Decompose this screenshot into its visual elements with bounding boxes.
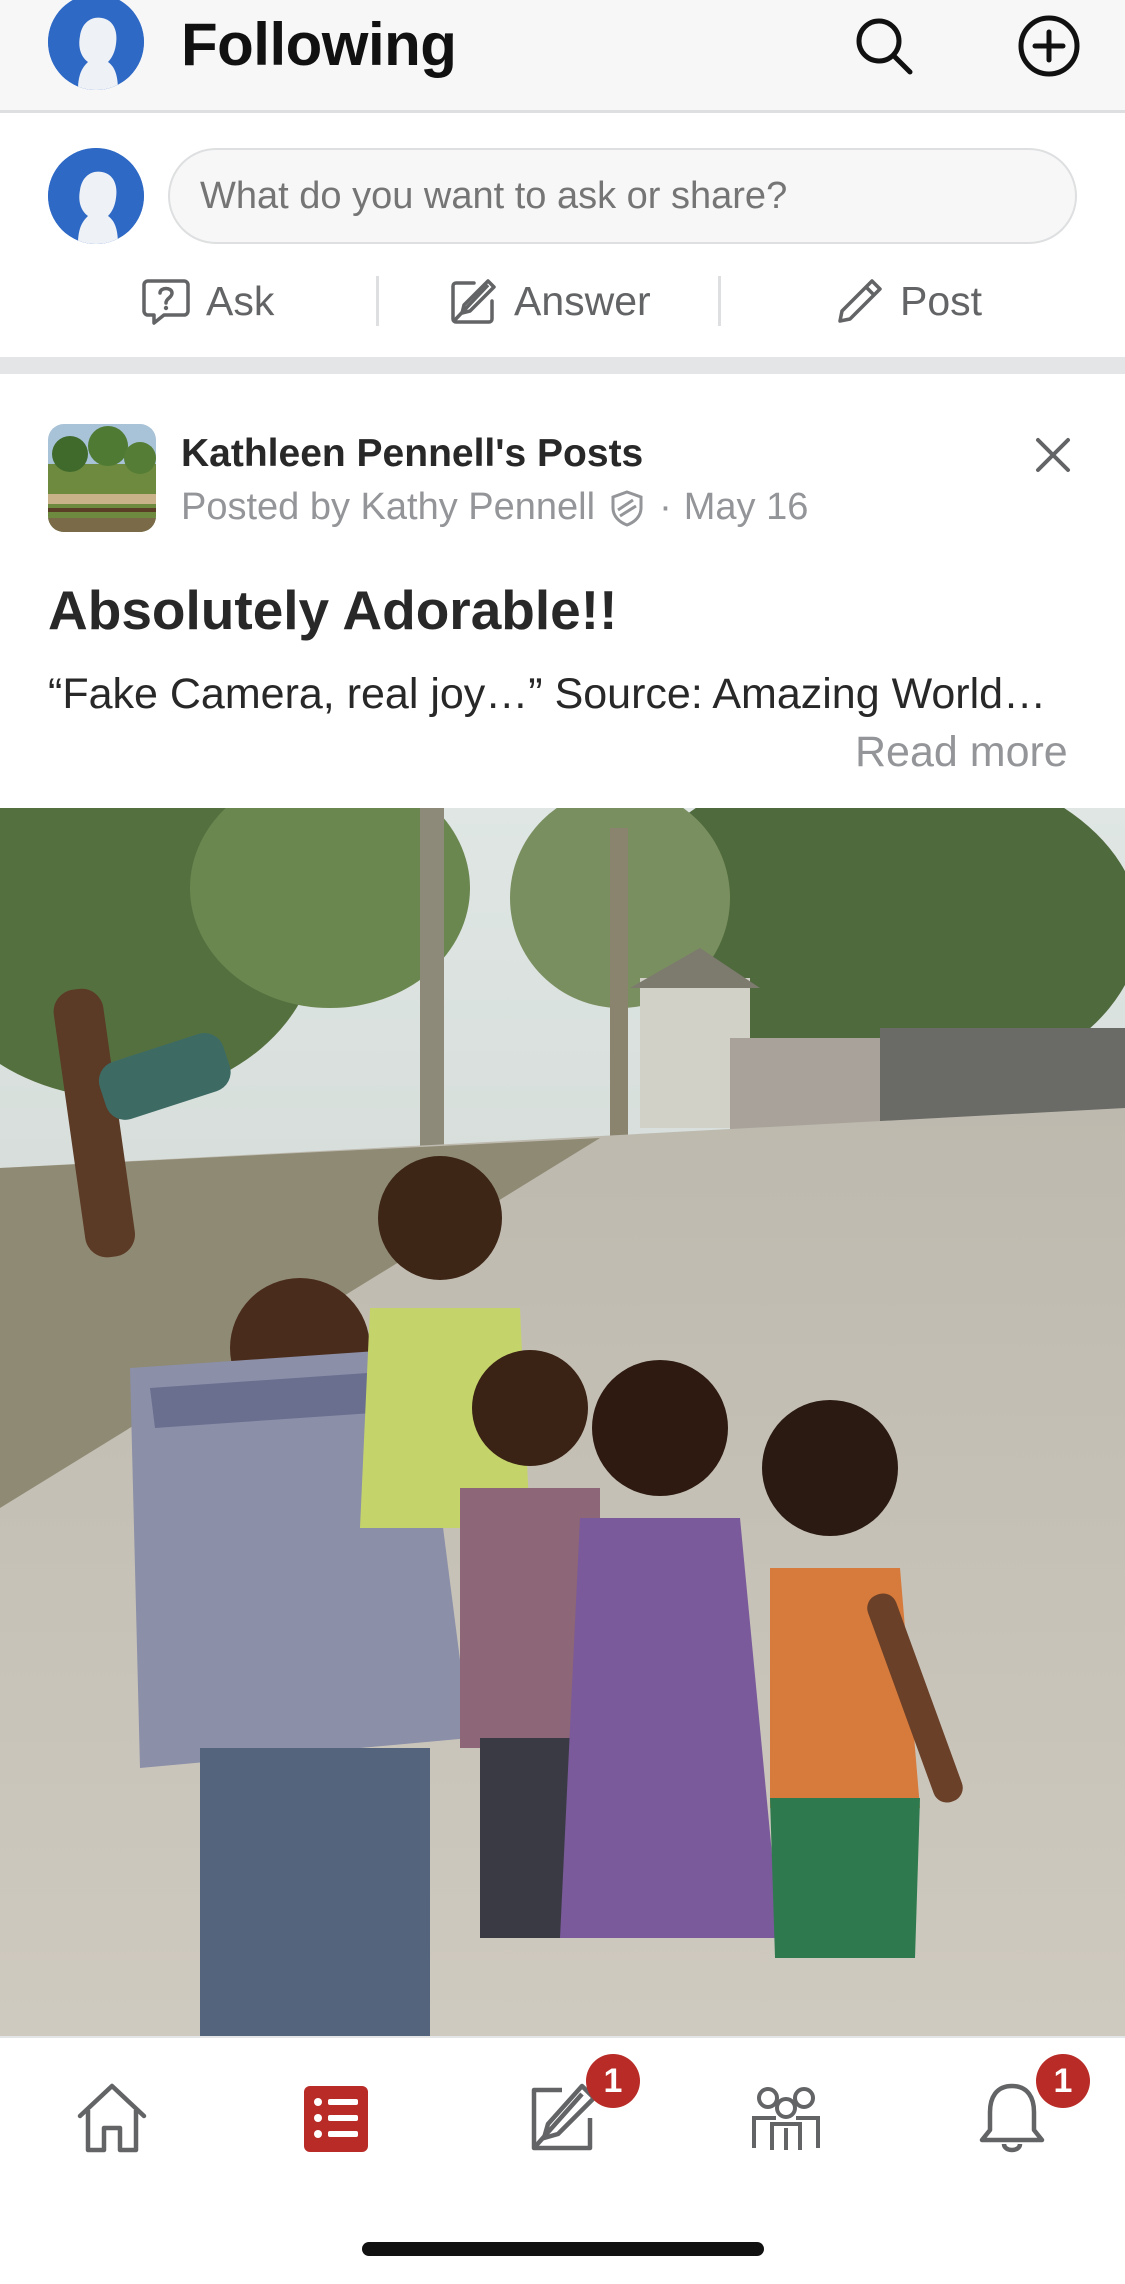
list-icon [304,2086,368,2152]
post-title[interactable]: Absolutely Adorable!! [48,578,617,642]
action-divider [376,276,379,326]
user-avatar[interactable] [48,0,144,90]
post-date: May 16 [683,486,809,528]
home-indicator [362,2242,764,2256]
space-thumbnail-image [48,424,156,532]
nav-spaces[interactable] [746,2078,826,2158]
composer-avatar[interactable] [48,148,144,244]
space-name[interactable]: Kathleen Pennell's Posts [181,432,643,476]
edit-square-icon [451,279,496,324]
read-more-link[interactable]: Read more [855,728,1068,777]
meta-separator: · [659,486,672,528]
space-thumbnail[interactable] [48,424,156,532]
post-meta: Posted by Kathy Pennell · May 16 [181,486,808,529]
post-excerpt[interactable]: “Fake Camera, real joy…” Source: Amazing… [48,662,1048,726]
ask-share-input[interactable] [168,148,1077,244]
action-divider [718,276,721,326]
nav-following[interactable] [296,2078,376,2158]
post-label: Post [900,277,983,324]
add-circle-icon[interactable] [1017,14,1081,78]
post-photo[interactable] [0,808,1125,2036]
question-bubble-icon [142,279,190,325]
avatar-silhouette-icon [48,0,144,90]
section-divider [0,357,1125,374]
nav-home[interactable] [72,2078,152,2158]
moderator-shield-icon [611,489,643,527]
post-button[interactable]: Post [834,270,982,332]
answer-badge: 1 [586,2054,640,2108]
home-icon [77,2083,147,2153]
search-icon[interactable] [852,14,916,78]
people-icon [752,2087,820,2150]
close-icon[interactable] [1030,432,1076,478]
posted-by[interactable]: Posted by Kathy Pennell [181,486,595,529]
notifications-badge: 1 [1036,2054,1090,2108]
ask-button[interactable]: Ask [140,270,274,332]
top-header: Following [0,0,1125,113]
pencil-icon [838,279,882,323]
page-title: Following [181,11,457,78]
photo-children-selfie [0,808,1125,2036]
answer-label: Answer [514,277,651,324]
avatar-silhouette-icon [48,148,144,244]
ask-label: Ask [206,277,275,324]
answer-button[interactable]: Answer [448,270,651,332]
